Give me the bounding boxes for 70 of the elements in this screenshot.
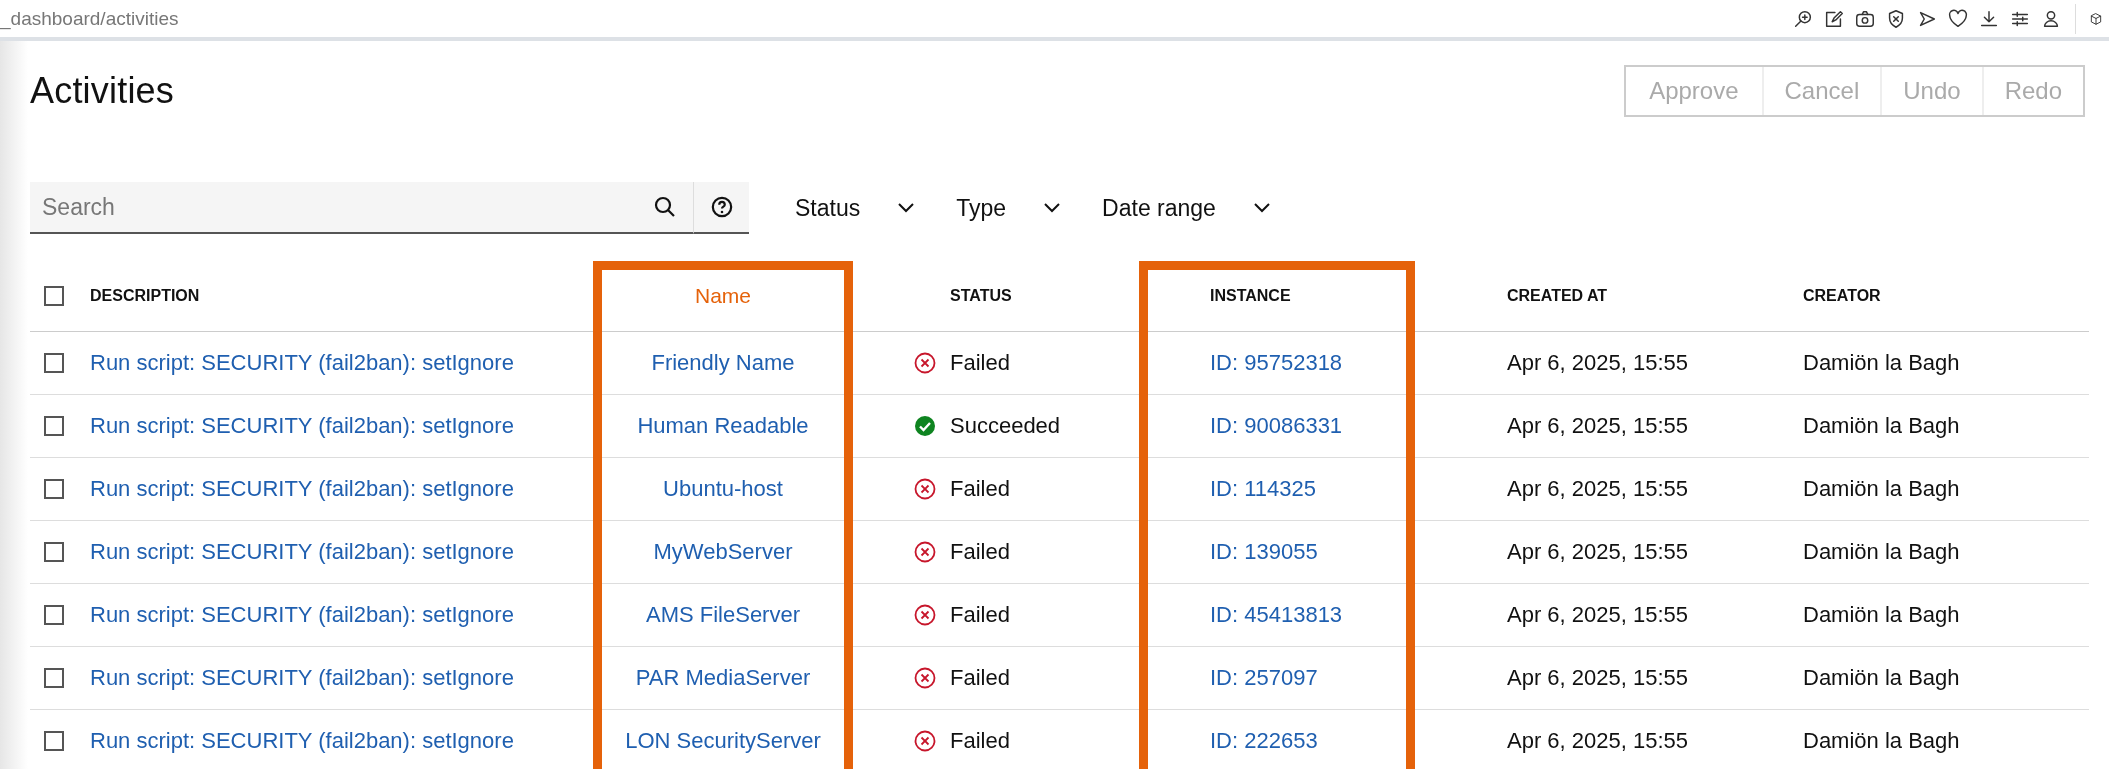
description-link[interactable]: Run script: SECURITY (fail2ban): setIgnore bbox=[90, 602, 514, 628]
status-text: Succeeded bbox=[950, 413, 1061, 439]
instance-link[interactable]: ID: 95752318 bbox=[1210, 350, 1343, 376]
description-link[interactable]: Run script: SECURITY (fail2ban): setIgnore bbox=[90, 476, 514, 502]
status-text: Failed bbox=[950, 539, 1010, 565]
name-link[interactable]: Ubuntu-host bbox=[663, 476, 783, 502]
description-link[interactable]: Run script: SECURITY (fail2ban): setIgnore bbox=[90, 728, 514, 754]
checkbox[interactable] bbox=[44, 605, 64, 625]
search-button[interactable] bbox=[637, 182, 693, 234]
name-link[interactable]: AMS FileServer bbox=[645, 602, 800, 628]
name-link[interactable]: Human Readable bbox=[637, 413, 809, 439]
status-text: Failed bbox=[950, 602, 1010, 628]
page-title: Activities bbox=[30, 70, 175, 112]
instance-link[interactable]: ID: 222653 bbox=[1210, 728, 1318, 754]
description-link[interactable]: Run script: SECURITY (fail2ban): setIgnore bbox=[90, 665, 514, 691]
search-icon bbox=[653, 195, 677, 219]
instance-link[interactable]: ID: 257097 bbox=[1210, 665, 1318, 691]
table-cell: Damiön la Bagh bbox=[1803, 665, 1960, 691]
checkbox[interactable] bbox=[44, 731, 64, 751]
column-header[interactable]: INSTANCE bbox=[1210, 287, 1291, 305]
name-link[interactable]: MyWebServer bbox=[653, 539, 793, 565]
checkbox[interactable] bbox=[44, 479, 64, 499]
table-cell: Damiön la Bagh bbox=[1803, 350, 1960, 376]
chevron-down-icon bbox=[1042, 202, 1063, 214]
table-cell: Apr 6, 2025, 15:55 bbox=[1507, 539, 1689, 565]
filter-dropdown[interactable]: Date range bbox=[1102, 194, 1272, 222]
table-cell: Damiön la Bagh bbox=[1803, 476, 1960, 502]
name-link[interactable]: LON SecurityServer bbox=[625, 728, 821, 754]
status-text: Failed bbox=[950, 350, 1010, 376]
description-link[interactable]: Run script: SECURITY (fail2ban): setIgnore bbox=[90, 350, 514, 376]
table-cell: Apr 6, 2025, 15:55 bbox=[1507, 350, 1689, 376]
instance-link[interactable]: ID: 114325 bbox=[1210, 476, 1316, 502]
filter-dropdown[interactable]: Type bbox=[956, 194, 1063, 222]
table-cell: Apr 6, 2025, 15:55 bbox=[1507, 602, 1689, 628]
table-cell: Damiön la Bagh bbox=[1803, 413, 1960, 439]
column-header[interactable]: Name bbox=[695, 284, 751, 308]
column-header[interactable]: STATUS bbox=[950, 287, 1012, 305]
checkbox[interactable] bbox=[44, 416, 64, 436]
table-cell: Damiön la Bagh bbox=[1803, 539, 1960, 565]
column-header[interactable]: CREATOR bbox=[1803, 287, 1881, 305]
checkbox[interactable] bbox=[44, 286, 64, 306]
column-header[interactable]: CREATED AT bbox=[1507, 287, 1608, 305]
table-cell: Apr 6, 2025, 15:55 bbox=[1507, 413, 1689, 439]
checkbox[interactable] bbox=[44, 542, 64, 562]
name-link[interactable]: Friendly Name bbox=[651, 350, 795, 376]
help-button[interactable] bbox=[693, 182, 749, 234]
heart-icon[interactable] bbox=[1947, 7, 1969, 30]
table-cell: Damiön la Bagh bbox=[1803, 602, 1960, 628]
instance-link[interactable]: ID: 45413813 bbox=[1210, 602, 1343, 628]
description-link[interactable]: Run script: SECURITY (fail2ban): setIgnore bbox=[90, 539, 514, 565]
chevron-down-icon bbox=[896, 202, 917, 214]
name-link[interactable]: PAR MediaServer bbox=[635, 665, 811, 691]
table-cell: Damiön la Bagh bbox=[1803, 728, 1960, 754]
table-cell: Apr 6, 2025, 15:55 bbox=[1507, 728, 1689, 754]
status-text: Failed bbox=[950, 665, 1010, 691]
help-icon bbox=[710, 196, 733, 218]
filter-dropdown[interactable]: Status bbox=[795, 194, 917, 222]
checkbox[interactable] bbox=[44, 353, 64, 373]
table-cell: Apr 6, 2025, 15:55 bbox=[1507, 476, 1689, 502]
status-text: Failed bbox=[950, 728, 1010, 754]
instance-link[interactable]: ID: 90086331 bbox=[1210, 413, 1343, 439]
column-header[interactable]: DESCRIPTION bbox=[90, 287, 200, 305]
instance-link[interactable]: ID: 139055 bbox=[1210, 539, 1318, 565]
status-text: Failed bbox=[950, 476, 1010, 502]
checkbox[interactable] bbox=[44, 668, 64, 688]
address-url[interactable]: _dashboard/activities bbox=[0, 7, 1792, 30]
description-link[interactable]: Run script: SECURITY (fail2ban): setIgnore bbox=[90, 413, 514, 439]
table-cell: Apr 6, 2025, 15:55 bbox=[1507, 665, 1689, 691]
search-field[interactable]: Search bbox=[30, 182, 637, 234]
chevron-down-icon bbox=[1251, 202, 1272, 214]
